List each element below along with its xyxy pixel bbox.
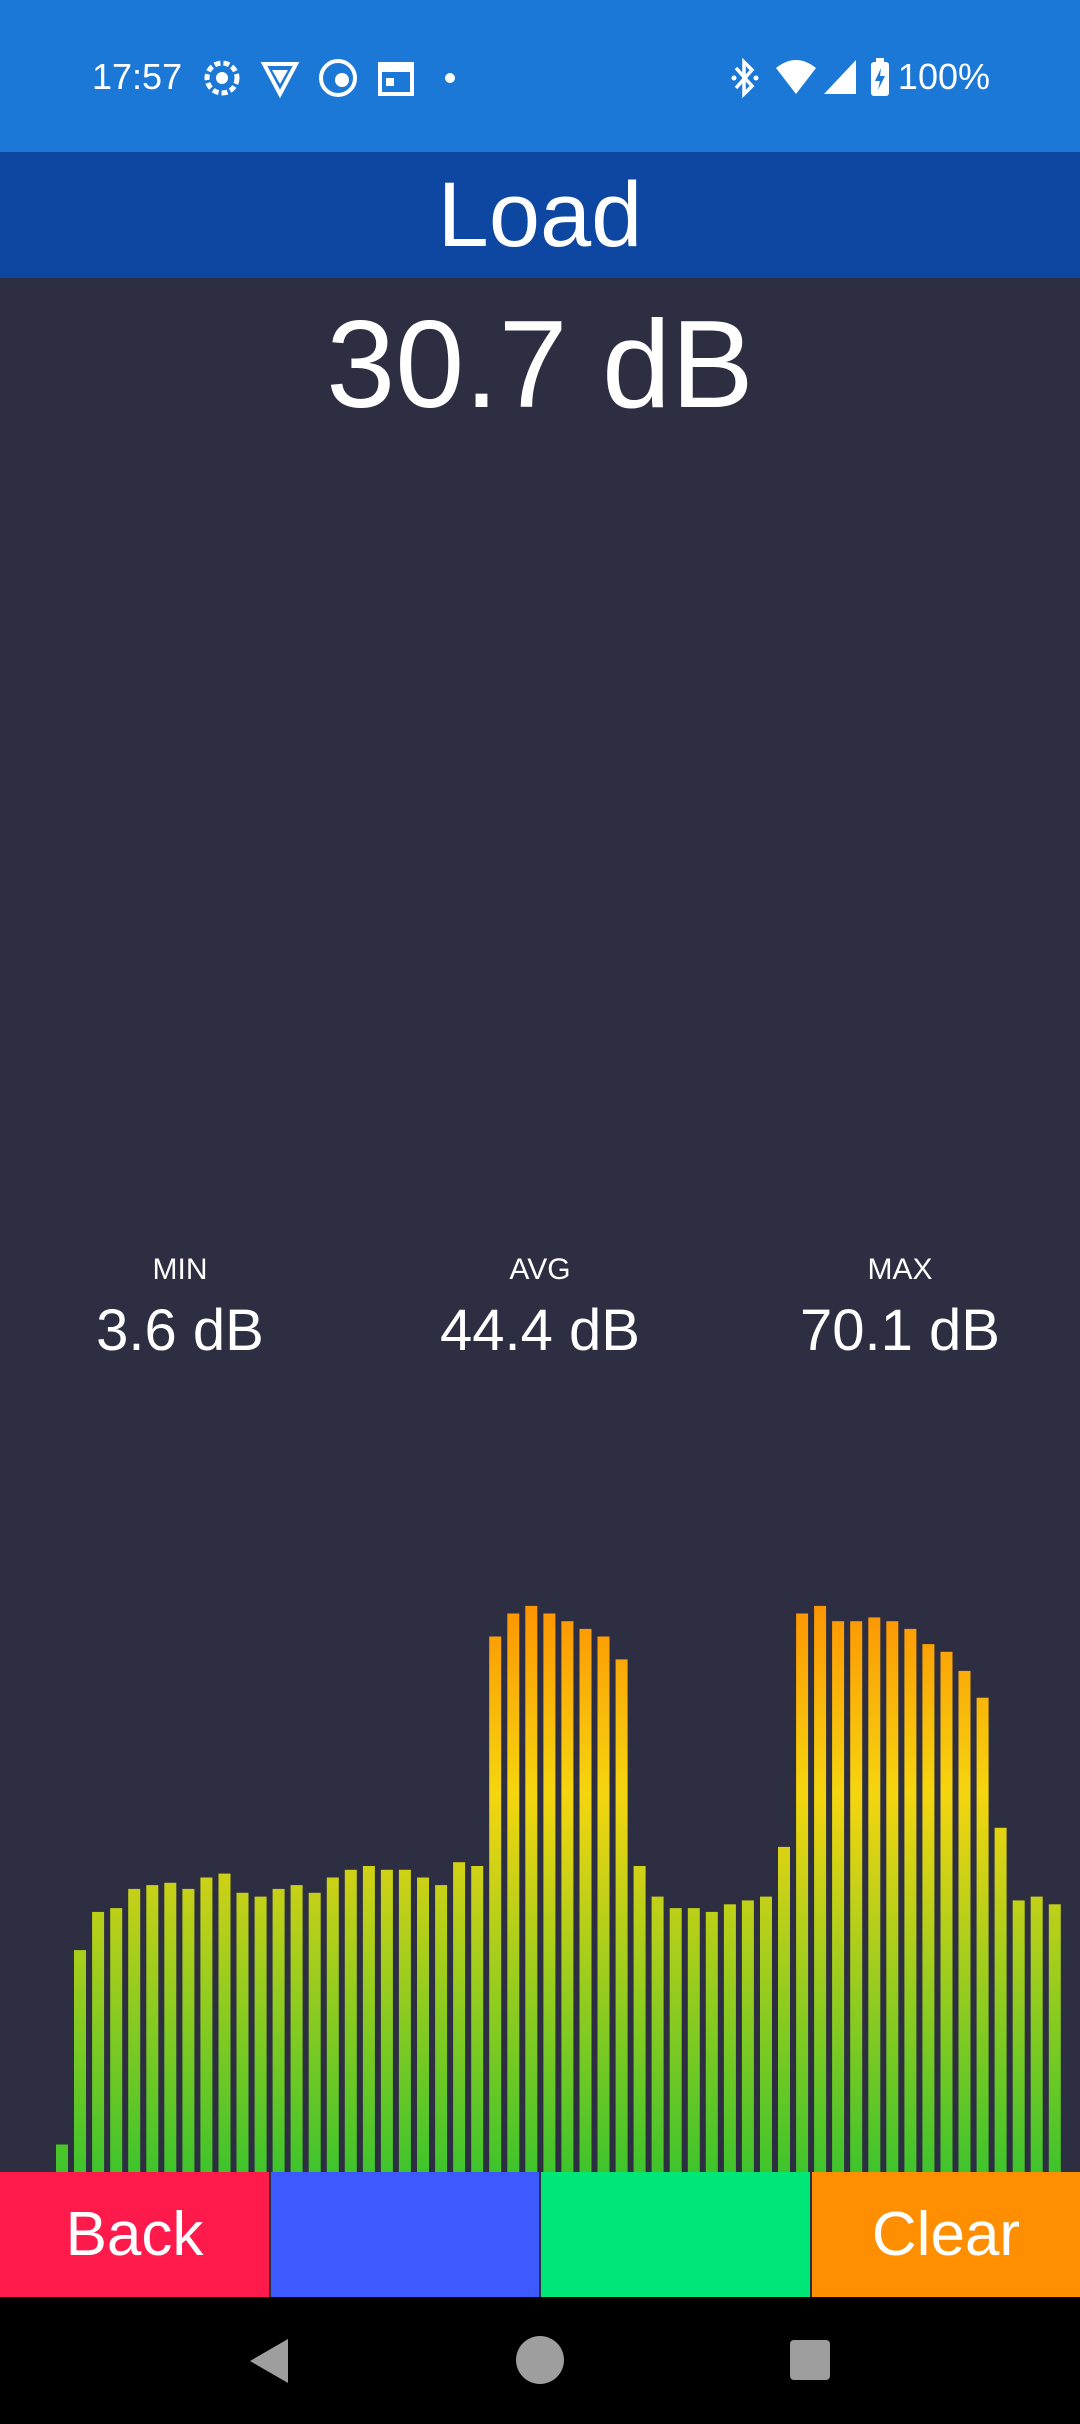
status-right-icons: 100% — [730, 52, 990, 102]
back-button[interactable]: Back — [0, 2172, 269, 2297]
chart-bar — [344, 1869, 357, 2172]
stat-avg: AVG 44.4 dB — [390, 1250, 690, 1370]
chart-bar — [507, 1613, 520, 2172]
chart-bar — [687, 1908, 700, 2172]
chart-bar — [976, 1697, 989, 2172]
stat-max: MAX 70.1 dB — [750, 1250, 1050, 1370]
chart-bar — [832, 1621, 845, 2172]
stat-avg-value: 44.4 dB — [440, 1298, 640, 1363]
level-history-chart — [0, 1560, 1080, 2172]
chart-bar — [1048, 1904, 1061, 2172]
chart-bar — [922, 1644, 935, 2172]
chart-bar — [254, 1896, 267, 2172]
chart-bar — [453, 1862, 466, 2172]
chart-bar — [308, 1892, 321, 2172]
navigation-bar — [0, 2297, 1080, 2424]
chart-bar — [543, 1613, 556, 2172]
clear-button[interactable]: Clear — [812, 2172, 1080, 2297]
chart-bar — [760, 1896, 772, 2172]
calendar-icon — [378, 62, 414, 96]
chart-bar — [796, 1613, 809, 2172]
chart-bar — [705, 1911, 718, 2172]
chart-bar — [56, 2144, 68, 2172]
more-dot-icon — [445, 73, 455, 83]
green-button[interactable] — [541, 2172, 810, 2297]
chart-bar — [940, 1651, 953, 2172]
chart-bar — [868, 1617, 881, 2172]
chart-bar — [164, 1882, 177, 2172]
bottom-button-row: Back Clear — [0, 2172, 1080, 2297]
stat-min: MIN 3.6 dB — [30, 1250, 330, 1370]
status-bar: 17:57 100% — [0, 0, 1080, 152]
status-time: 17:57 — [92, 56, 183, 97]
chart-bar — [904, 1628, 917, 2172]
chart-bar — [218, 1873, 231, 2172]
chart-bar — [236, 1892, 249, 2172]
chart-bar — [471, 1866, 484, 2172]
chart-bar — [326, 1877, 339, 2172]
chart-bar — [362, 1866, 375, 2172]
stat-min-label: MIN — [152, 1253, 208, 1286]
chart-bar — [958, 1670, 971, 2172]
chart-bar — [615, 1659, 628, 2172]
chart-bar — [435, 1885, 448, 2172]
chart-bar — [633, 1866, 646, 2172]
stat-max-label: MAX — [867, 1253, 933, 1286]
chart-bar — [778, 1846, 790, 2172]
chart-bar — [669, 1908, 682, 2172]
battery-percent: 100% — [897, 56, 990, 97]
chart-bar — [579, 1628, 592, 2172]
chart-bar — [290, 1885, 303, 2172]
stat-min-value: 3.6 dB — [96, 1298, 264, 1363]
blue-button[interactable] — [271, 2172, 539, 2297]
chart-bar — [814, 1605, 827, 2172]
back-triangle-icon — [250, 2339, 288, 2383]
bluetooth-icon — [731, 57, 759, 99]
chart-bar — [74, 1950, 86, 2172]
chart-bar — [380, 1869, 393, 2172]
app-notification-icon — [319, 59, 357, 97]
chart-bar — [110, 1908, 123, 2172]
cell-signal-icon — [824, 60, 856, 94]
chart-bar — [128, 1888, 141, 2172]
battery-charging-icon — [871, 58, 889, 96]
current-db-reading: 30.7 dB — [326, 296, 754, 434]
chart-bar — [417, 1877, 429, 2172]
app-title: Load — [437, 164, 643, 266]
chart-bar — [597, 1636, 610, 2172]
chart-bar — [272, 1888, 285, 2172]
stat-avg-label: AVG — [509, 1253, 571, 1286]
home-circle-icon — [516, 2336, 564, 2384]
chart-bar — [741, 1900, 754, 2172]
chart-bar — [182, 1888, 195, 2172]
nav-recents-button[interactable] — [750, 2297, 870, 2424]
chart-bar — [92, 1911, 105, 2172]
app-screen: 17:57 100% Load 30.7 dB MIN 3.6 dB AVG 4… — [0, 0, 1080, 2424]
level-history-bars — [56, 1605, 1061, 2172]
chart-bar — [525, 1605, 538, 2172]
chart-bar — [723, 1904, 736, 2172]
app-bar: Load — [0, 152, 1080, 278]
gear-notification-icon — [204, 60, 240, 96]
chart-bar — [398, 1869, 411, 2172]
chart-bar — [1012, 1900, 1025, 2172]
chart-bar — [886, 1621, 899, 2172]
nav-back-button[interactable] — [210, 2297, 330, 2424]
recents-square-icon — [790, 2340, 830, 2380]
chart-bar — [651, 1896, 664, 2172]
chart-bar — [561, 1621, 574, 2172]
chart-bar — [200, 1877, 213, 2172]
wifi-icon — [776, 60, 816, 94]
chart-bar — [850, 1621, 863, 2172]
chart-bar — [1030, 1896, 1043, 2172]
chart-bar — [489, 1636, 502, 2172]
nav-home-button[interactable] — [480, 2297, 600, 2424]
vpn-shield-icon — [260, 62, 300, 99]
chart-bar — [994, 1827, 1007, 2172]
stat-max-value: 70.1 dB — [800, 1298, 1000, 1363]
chart-bar — [146, 1885, 159, 2172]
